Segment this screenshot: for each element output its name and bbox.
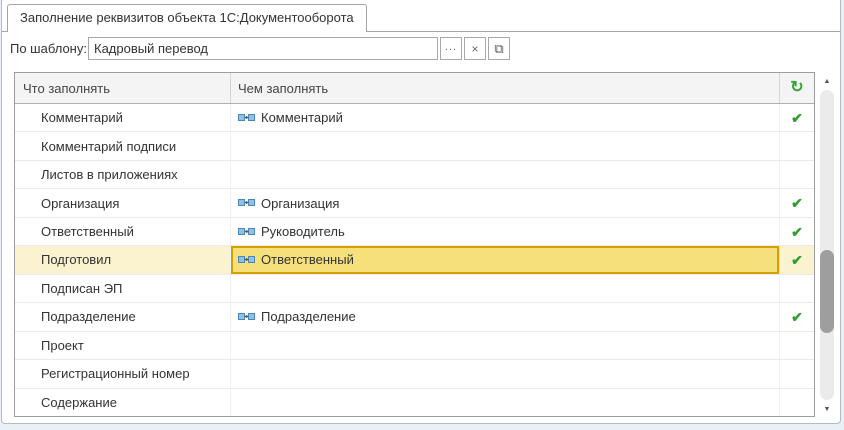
check-icon: ✔ — [791, 253, 803, 267]
cell-check: ✔ — [780, 246, 814, 273]
cell-check — [780, 389, 814, 416]
cell-how[interactable]: Руководитель — [231, 218, 780, 245]
cell-check — [780, 132, 814, 159]
refresh-icon: ↻ — [790, 80, 803, 96]
check-icon: ✔ — [791, 196, 803, 210]
mapping-table: Что заполнять Чем заполнять ↻ Комментари… — [14, 72, 815, 417]
table-row[interactable]: Организация Организация ✔ — [15, 189, 814, 217]
what-label: Ответственный — [41, 224, 134, 239]
cell-what[interactable]: Подписан ЭП — [15, 275, 231, 302]
cell-what[interactable]: Подразделение — [15, 303, 231, 330]
value-label: Ответственный — [261, 252, 354, 267]
cell-how[interactable] — [231, 161, 780, 188]
cell-what[interactable]: Содержание — [15, 389, 231, 416]
column-header-what-label: Что заполнять — [23, 81, 110, 96]
attribute-link-icon — [238, 312, 255, 322]
value-label: Подразделение — [261, 309, 356, 324]
cell-check — [780, 161, 814, 188]
table-row[interactable]: Подписан ЭП — [15, 275, 814, 303]
table-row[interactable]: Комментарий подписи — [15, 132, 814, 160]
attribute-link-icon — [238, 113, 255, 123]
what-label: Содержание — [41, 395, 117, 410]
table-header-row: Что заполнять Чем заполнять ↻ — [15, 73, 814, 104]
table-row[interactable]: Подготовил Ответственный ✔ — [15, 246, 814, 274]
ellipsis-icon: ... — [445, 41, 457, 53]
table-row[interactable]: Листов в приложениях — [15, 161, 814, 189]
what-label: Регистрационный номер — [41, 366, 190, 381]
cell-what[interactable]: Комментарий — [15, 104, 231, 131]
cell-check: ✔ — [780, 303, 814, 330]
cell-check: ✔ — [780, 104, 814, 131]
what-label: Подписан ЭП — [41, 281, 122, 296]
clear-button[interactable]: × — [464, 37, 486, 60]
cell-check — [780, 275, 814, 302]
column-header-what[interactable]: Что заполнять — [15, 73, 231, 103]
cell-check: ✔ — [780, 189, 814, 216]
cell-what[interactable]: Ответственный — [15, 218, 231, 245]
cell-how[interactable] — [231, 275, 780, 302]
cell-how[interactable]: Комментарий — [231, 104, 780, 131]
cell-how[interactable] — [231, 132, 780, 159]
check-icon: ✔ — [791, 225, 803, 239]
what-label: Комментарий подписи — [41, 139, 176, 154]
scroll-down-button[interactable]: ▼ — [818, 402, 836, 416]
what-label: Проект — [41, 338, 84, 353]
table-row[interactable]: Комментарий Комментарий ✔ — [15, 104, 814, 132]
cell-how[interactable] — [231, 360, 780, 387]
cell-what[interactable]: Регистрационный номер — [15, 360, 231, 387]
what-label: Организация — [41, 196, 119, 211]
cell-how[interactable]: Подразделение — [231, 303, 780, 330]
check-icon: ✔ — [791, 310, 803, 324]
attribute-link-icon — [238, 227, 255, 237]
scroll-up-button[interactable]: ▲ — [818, 74, 836, 88]
value-label: Руководитель — [261, 224, 345, 239]
cell-how[interactable]: Ответственный — [231, 246, 780, 273]
check-icon: ✔ — [791, 111, 803, 125]
refresh-button[interactable]: ↻ — [780, 73, 814, 103]
scroll-down-icon: ▼ — [824, 406, 831, 413]
cell-what[interactable]: Листов в приложениях — [15, 161, 231, 188]
table-body: Комментарий Комментарий ✔ Комментарий по… — [15, 104, 814, 416]
cell-how[interactable] — [231, 389, 780, 416]
template-input[interactable] — [88, 37, 438, 60]
table-row[interactable]: Подразделение Подразделение ✔ — [15, 303, 814, 331]
attribute-link-icon — [238, 198, 255, 208]
open-in-window-icon: ⧉ — [494, 41, 503, 57]
cell-what[interactable]: Организация — [15, 189, 231, 216]
cell-check — [780, 360, 814, 387]
choose-button[interactable]: ... — [440, 37, 462, 60]
vertical-scrollbar: ▲ ▼ — [818, 74, 836, 416]
attribute-link-icon — [238, 255, 255, 265]
value-label: Комментарий — [261, 110, 343, 125]
what-label: Подразделение — [41, 309, 136, 324]
table-row[interactable]: Ответственный Руководитель ✔ — [15, 218, 814, 246]
value-label: Организация — [261, 196, 339, 211]
scrollbar-track[interactable] — [820, 90, 834, 400]
close-icon: × — [471, 42, 478, 56]
table-row[interactable]: Содержание — [15, 389, 814, 416]
scrollbar-thumb[interactable] — [820, 250, 834, 333]
column-header-how[interactable]: Чем заполнять — [231, 73, 780, 103]
what-label: Подготовил — [41, 252, 111, 267]
cell-how[interactable]: Организация — [231, 189, 780, 216]
cell-check: ✔ — [780, 218, 814, 245]
template-field-label: По шаблону: — [10, 37, 87, 60]
what-label: Листов в приложениях — [41, 167, 178, 182]
open-button[interactable]: ⧉ — [488, 37, 510, 60]
cell-what[interactable]: Проект — [15, 332, 231, 359]
tab-fill-attributes[interactable]: Заполнение реквизитов объекта 1С:Докумен… — [7, 4, 367, 32]
what-label: Комментарий — [41, 110, 123, 125]
table-row[interactable]: Проект — [15, 332, 814, 360]
cell-how[interactable] — [231, 332, 780, 359]
cell-check — [780, 332, 814, 359]
cell-what[interactable]: Комментарий подписи — [15, 132, 231, 159]
tab-title: Заполнение реквизитов объекта 1С:Докумен… — [20, 10, 354, 25]
cell-what[interactable]: Подготовил — [15, 246, 231, 273]
scroll-up-icon: ▲ — [824, 78, 831, 85]
column-header-how-label: Чем заполнять — [238, 81, 328, 96]
table-row[interactable]: Регистрационный номер — [15, 360, 814, 388]
